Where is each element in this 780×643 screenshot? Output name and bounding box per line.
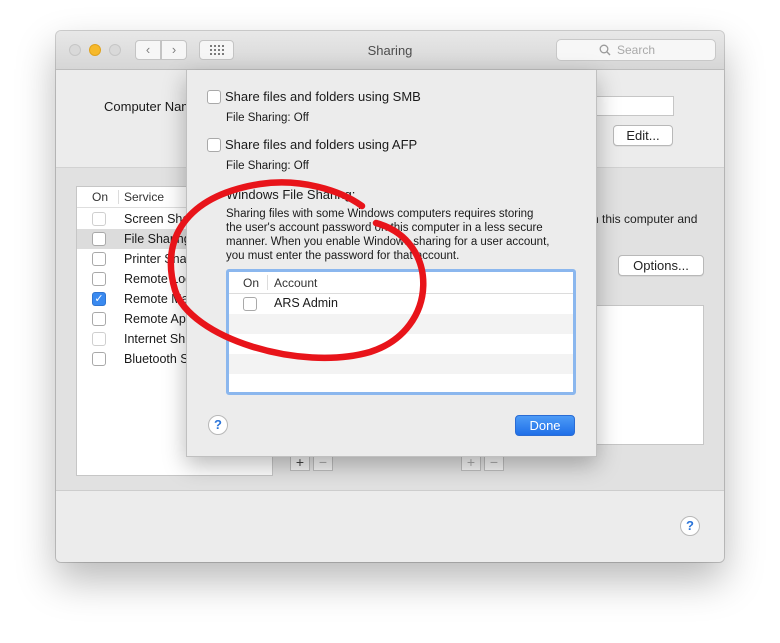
- account-enable-checkbox[interactable]: [243, 297, 257, 311]
- remove-user-button[interactable]: −: [313, 455, 333, 471]
- description-line: the user's account password on this comp…: [226, 222, 543, 234]
- table-row-stripe: [229, 354, 573, 374]
- service-checkbox[interactable]: [92, 212, 106, 226]
- service-label: Internet Sh: [124, 332, 186, 346]
- windows-sharing-heading: Windows File Sharing:: [226, 187, 356, 202]
- sheet-help-button[interactable]: ?: [208, 415, 228, 435]
- service-label: Screen Sha: [124, 212, 190, 226]
- description-line: manner. When you enable Windows sharing …: [226, 236, 550, 248]
- service-checkbox[interactable]: ✓: [92, 292, 106, 306]
- column-header-service: Service: [124, 190, 165, 204]
- service-checkbox[interactable]: [92, 312, 106, 326]
- description-line: you must enter the password for that acc…: [226, 250, 460, 262]
- done-button[interactable]: Done: [515, 415, 575, 436]
- accounts-table-header: On Account: [229, 272, 573, 294]
- service-checkbox[interactable]: [92, 252, 106, 266]
- remove-item-button[interactable]: −: [484, 455, 504, 471]
- file-sharing-options-sheet: Share files and folders using SMB File S…: [186, 70, 597, 457]
- users-list-box: [594, 305, 704, 445]
- service-label: Remote Ma: [124, 292, 189, 306]
- column-header-on: On: [92, 190, 109, 204]
- service-label: Remote Ap: [124, 312, 186, 326]
- edit-button[interactable]: Edit...: [613, 125, 673, 146]
- service-checkbox[interactable]: [92, 352, 106, 366]
- windows-sharing-description: Sharing files with some Windows computer…: [226, 207, 549, 263]
- table-row-stripe: [229, 314, 573, 334]
- smb-checkbox[interactable]: [207, 90, 221, 104]
- column-header-on: On: [243, 276, 260, 290]
- afp-checkbox[interactable]: [207, 138, 221, 152]
- checkmark-icon: ✓: [94, 293, 104, 305]
- computer-name-field[interactable]: [594, 96, 674, 116]
- column-divider: [118, 190, 119, 204]
- service-description: n this computer and: [592, 212, 698, 226]
- smb-status: File Sharing: Off: [226, 112, 309, 124]
- service-label: File Sharing: [124, 232, 191, 246]
- service-checkbox[interactable]: [92, 332, 106, 346]
- smb-label: Share files and folders using SMB: [225, 89, 421, 104]
- add-item-button[interactable]: +: [461, 455, 481, 471]
- footer-area: ?: [56, 491, 724, 562]
- service-label: Bluetooth S: [124, 352, 189, 366]
- service-label: Remote Log: [124, 272, 193, 286]
- search-placeholder: Search: [617, 43, 656, 57]
- service-label: Printer Sha: [124, 252, 187, 266]
- search-field[interactable]: Search: [556, 39, 716, 61]
- accounts-table[interactable]: On Account ARS Admin: [226, 269, 576, 395]
- title-bar: ‹ › Sharing Search: [56, 31, 724, 70]
- column-divider: [267, 275, 268, 290]
- window-help-button[interactable]: ?: [680, 516, 700, 536]
- search-icon: [599, 44, 611, 56]
- computer-name-label: Computer Nam: [104, 99, 193, 114]
- service-checkbox[interactable]: [92, 272, 106, 286]
- account-name: ARS Admin: [274, 296, 338, 310]
- options-button[interactable]: Options...: [618, 255, 704, 276]
- description-line: Sharing files with some Windows computer…: [226, 208, 534, 220]
- add-user-button[interactable]: +: [290, 455, 310, 471]
- service-checkbox[interactable]: [92, 232, 106, 246]
- afp-status: File Sharing: Off: [226, 160, 309, 172]
- afp-label: Share files and folders using AFP: [225, 137, 418, 152]
- column-header-account: Account: [274, 276, 318, 290]
- table-row[interactable]: ARS Admin: [229, 294, 573, 314]
